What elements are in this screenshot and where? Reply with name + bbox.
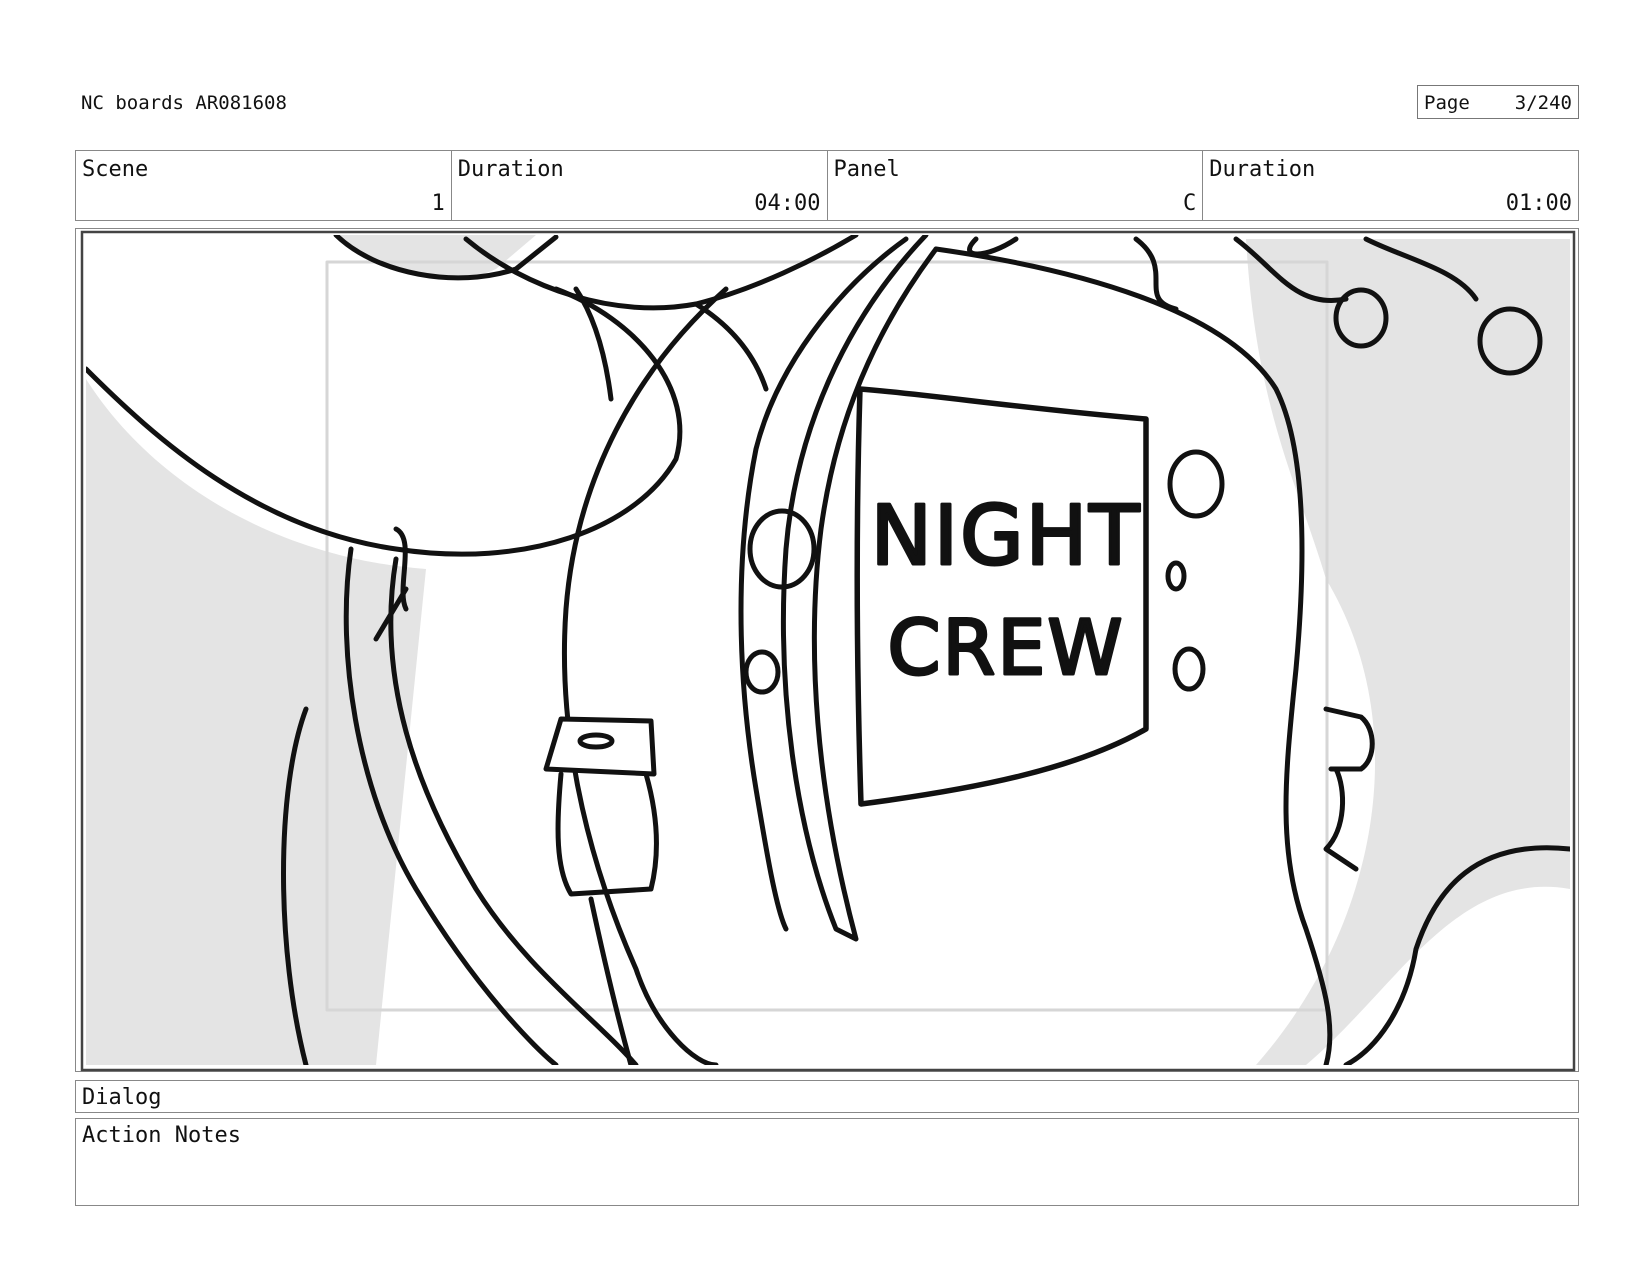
page-indicator: Page 3/240 (1417, 85, 1579, 119)
panel-cell: Panel C (828, 151, 1204, 220)
dialog-label: Dialog (82, 1085, 162, 1110)
scene-duration-value: 04:00 (754, 191, 821, 216)
panel-drawing: NIGHT CREW (80, 230, 1576, 1072)
scene-duration-label: Duration (457, 157, 564, 182)
dialog-box: Dialog (75, 1080, 1579, 1113)
scene-value: 1 (431, 191, 445, 216)
storyboard-panel: NIGHT CREW (75, 228, 1579, 1072)
action-notes-box: Action Notes (75, 1118, 1579, 1206)
page-label: Page (1424, 92, 1470, 114)
scene-label: Scene (82, 157, 149, 182)
sign-text-line2: CREW (887, 603, 1124, 692)
scene-cell: Scene 1 (76, 151, 452, 220)
scene-duration-cell: Duration 04:00 (452, 151, 828, 220)
panel-info-row: Scene 1 Duration 04:00 Panel C Duration … (75, 150, 1579, 221)
sign-text-line1: NIGHT (871, 489, 1142, 584)
panel-duration-label: Duration (1209, 157, 1316, 182)
panel-label: Panel (833, 157, 900, 182)
panel-value: C (1183, 191, 1197, 216)
panel-duration-value: 01:00 (1505, 191, 1572, 216)
action-notes-label: Action Notes (82, 1123, 241, 1148)
panel-duration-cell: Duration 01:00 (1203, 151, 1578, 220)
document-title: NC boards AR081608 (81, 92, 287, 114)
page-number: 3/240 (1514, 92, 1572, 114)
